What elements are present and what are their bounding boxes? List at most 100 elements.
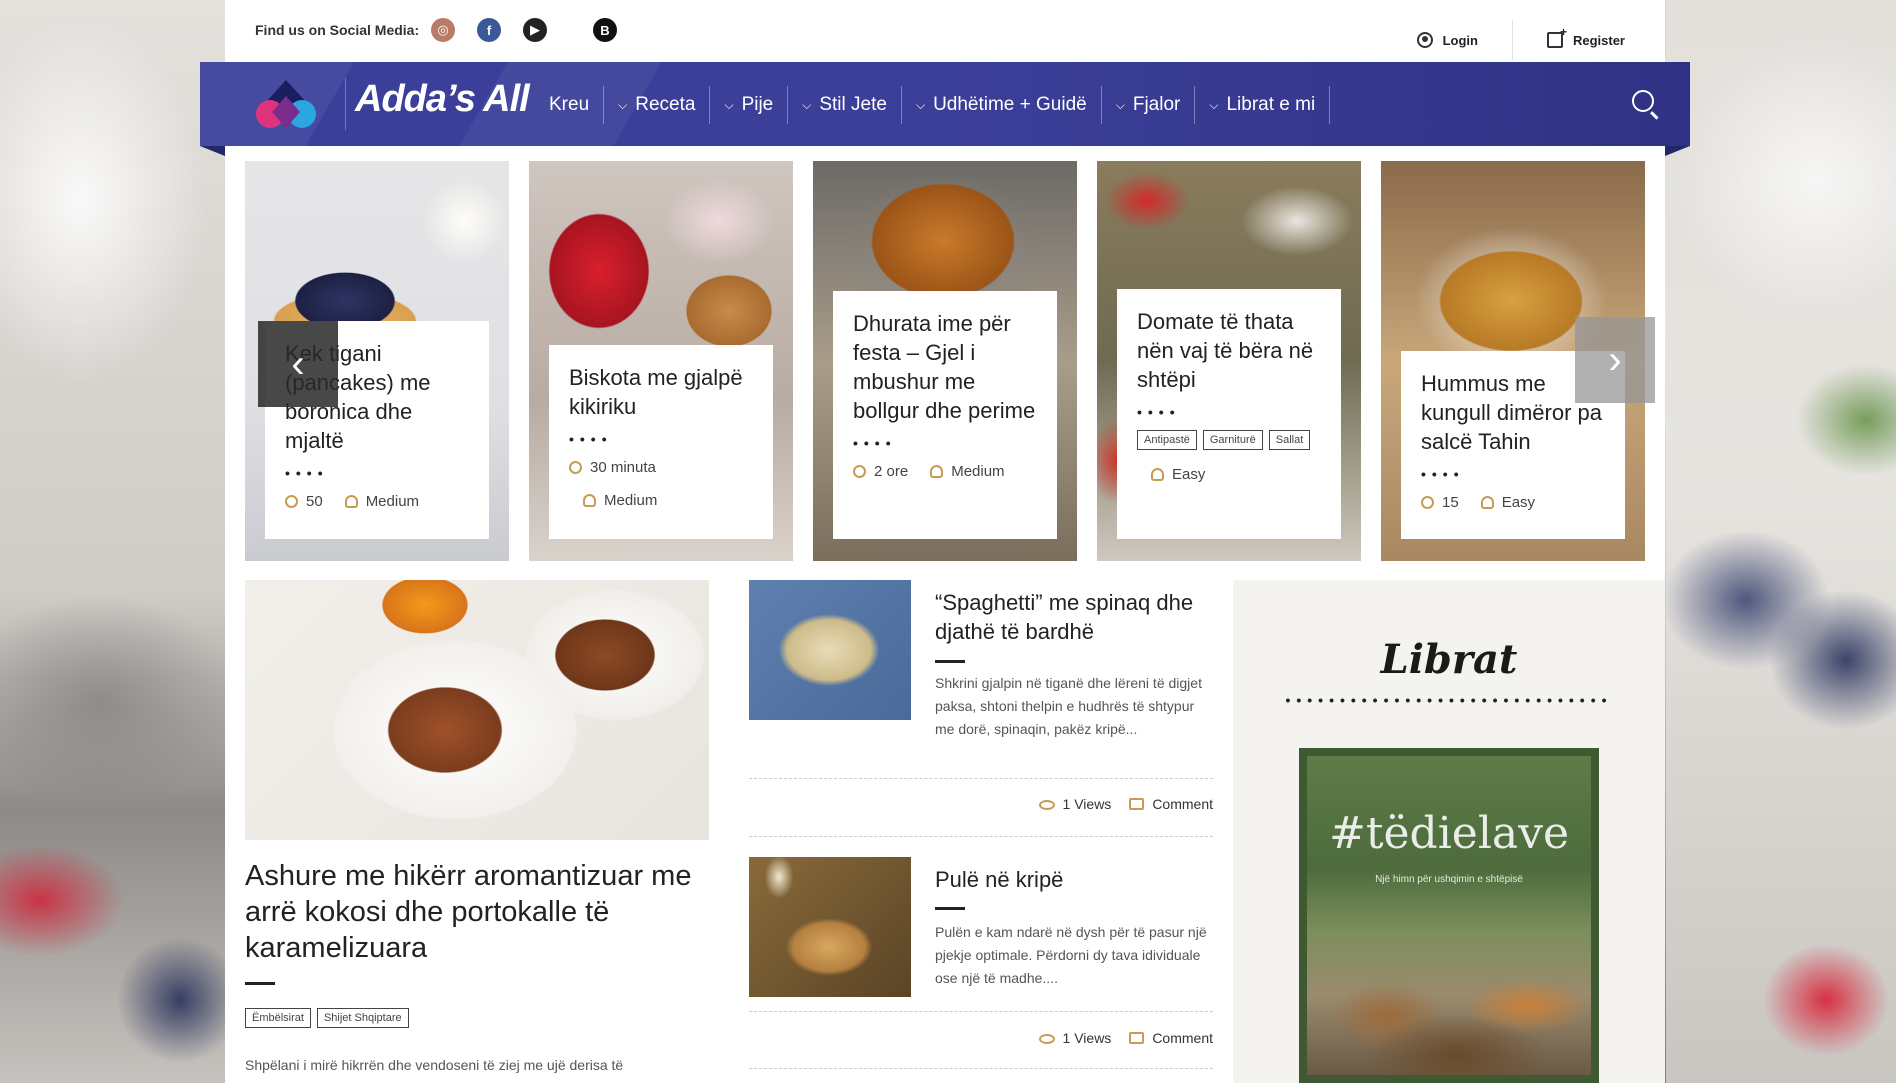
page-container: Find us on Social Media: ◎ f ▶ B Login R…: [200, 0, 1690, 1083]
card-title[interactable]: Domate të thata nën vaj të bëra në shtëp…: [1137, 307, 1321, 394]
instagram-icon[interactable]: ◎: [431, 18, 455, 42]
nav-item-label: Pije: [741, 94, 774, 115]
clock-icon: [853, 465, 866, 478]
nav-item-receta[interactable]: ⌵ Receta: [604, 86, 711, 124]
card-meta: 2 ore Medium: [853, 463, 1037, 480]
recipe-carousel: Kek tigani (pancakes) me boronica dhe mj…: [245, 161, 1655, 561]
background-right: [1666, 0, 1896, 1083]
chevron-down-icon: ⌵: [618, 97, 628, 112]
eye-icon: [1038, 800, 1055, 810]
nav-item-kreu[interactable]: Kreu: [535, 86, 605, 124]
card-time: 30 minuta: [590, 459, 656, 476]
nav-item-label: Receta: [635, 94, 696, 115]
carousel-prev-button[interactable]: ‹: [258, 321, 338, 407]
register-icon: [1546, 25, 1567, 48]
card-difficulty: Medium: [951, 463, 1005, 480]
chef-hat-icon: [1151, 468, 1164, 481]
carousel-card[interactable]: Domate të thata nën vaj të bëra në shtëp…: [1097, 161, 1361, 561]
featured-post-title[interactable]: Ashure me hikërr aromantizuar me arrë ko…: [245, 858, 725, 966]
main-navbar: Adda’s All Kreu ⌵ Receta ⌵ Pije ⌵ Stil J…: [200, 62, 1690, 156]
post-excerpt: Pulën e kam ndarë në dysh për të pasur n…: [935, 924, 1207, 986]
divider: [749, 1068, 1213, 1069]
eye-icon: [1038, 1034, 1055, 1044]
comment-label: Comment: [1152, 796, 1213, 812]
carousel-next-button[interactable]: ›: [1575, 317, 1655, 403]
card-meta: 30 minuta: [569, 459, 753, 476]
clock-icon: [285, 495, 298, 508]
register-label: Register: [1572, 32, 1625, 48]
sidebar-title: Librat: [1380, 636, 1518, 683]
nav-item-fjalor[interactable]: ⌵ Fjalor: [1102, 86, 1196, 124]
nav-item-udhetime[interactable]: ⌵ Udhëtime + Guidë: [902, 86, 1102, 124]
nav-item-librat[interactable]: ⌵ Librat e mi: [1195, 86, 1331, 124]
chevron-left-icon: ‹: [291, 341, 305, 386]
brand-name[interactable]: Adda’s All: [355, 78, 530, 121]
post-excerpt: Shkrini gjalpin në tiganë dhe lëreni të …: [935, 675, 1202, 737]
divider: [749, 1011, 1213, 1012]
tag[interactable]: Sallat: [1268, 430, 1311, 450]
card-dots: ••••: [1137, 404, 1181, 420]
sidebar-books: Librat •••••••••••••••••••••••••••••• #t…: [1233, 580, 1665, 1083]
card-time: 2 ore: [874, 463, 909, 480]
book-subtitle: Një himn për ushqimin e shtëpisë: [1375, 874, 1523, 885]
search-icon[interactable]: [1632, 90, 1654, 112]
tag[interactable]: Shijet Shqiptare: [316, 1008, 409, 1028]
post-image[interactable]: [749, 580, 911, 720]
logo-divider: [345, 78, 346, 130]
register-link[interactable]: Register: [1546, 25, 1625, 48]
sidebar-dots: ••••••••••••••••••••••••••••••: [1285, 692, 1613, 708]
youtube-icon[interactable]: ▶: [523, 18, 547, 42]
card-dots: ••••: [285, 465, 329, 481]
chevron-down-icon: ⌵: [915, 97, 926, 112]
divider: [749, 778, 1213, 779]
blogger-icon[interactable]: B: [593, 18, 617, 42]
card-difficulty: Easy: [1172, 466, 1206, 483]
book-title: #tëdielave: [1328, 808, 1570, 859]
clock-icon: [569, 461, 582, 474]
card-title[interactable]: Dhurata ime për festa – Gjel i mbushur m…: [853, 309, 1037, 425]
social-label: Find us on Social Media:: [255, 22, 420, 38]
featured-post-excerpt: Shpëlani i mirë hikrrën dhe vendoseni të…: [245, 1057, 624, 1073]
chevron-right-icon: ›: [1608, 337, 1622, 382]
comment-icon: [1129, 1032, 1145, 1044]
views-count: 1 Views: [1038, 796, 1111, 812]
card-dots: ••••: [853, 435, 897, 451]
views-count: 1 Views: [1038, 1030, 1111, 1046]
book-cover[interactable]: #tëdielave Një himn për ushqimin e shtëp…: [1299, 748, 1599, 1083]
facebook-icon[interactable]: f: [477, 18, 501, 42]
comment-link[interactable]: Comment: [1129, 796, 1213, 812]
tag[interactable]: Ëmbëlsirat: [245, 1008, 311, 1028]
card-meta: Medium: [569, 492, 753, 509]
tag[interactable]: Garniturë: [1202, 430, 1263, 450]
carousel-card[interactable]: Dhurata ime për festa – Gjel i mbushur m…: [813, 161, 1077, 561]
nav-item-pije[interactable]: ⌵ Pije: [710, 86, 789, 124]
social-icons: ◎ f ▶ B: [431, 18, 617, 42]
featured-tags: Ëmbëlsirat Shijet Shqiptare: [245, 1008, 409, 1028]
post-title[interactable]: “Spaghetti” me spinaq dhe djathë të bard…: [935, 588, 1213, 646]
post-item: Pulë në kripë Pulën e kam ndarë në dysh …: [749, 857, 1213, 1083]
comment-label: Comment: [1152, 1030, 1213, 1046]
comment-link[interactable]: Comment: [1129, 1030, 1213, 1046]
chef-hat-icon: [344, 495, 358, 508]
featured-post-image[interactable]: [245, 580, 709, 840]
card-difficulty: Easy: [1501, 494, 1536, 511]
nav-item-stil-jete[interactable]: ⌵ Stil Jete: [788, 86, 902, 124]
card-info: Domate të thata nën vaj të bëra në shtëp…: [1117, 289, 1341, 539]
post-image[interactable]: [749, 857, 911, 997]
post-title[interactable]: Pulë në kripë: [935, 865, 1213, 894]
chevron-down-icon: ⌵: [724, 97, 734, 112]
chef-hat-icon: [583, 494, 596, 507]
nav-item-label: Udhëtime + Guidë: [933, 94, 1087, 115]
login-link[interactable]: Login: [1416, 32, 1478, 48]
card-title[interactable]: Biskota me gjalpë kikiriku: [569, 363, 753, 421]
nav-item-label: Stil Jete: [819, 94, 887, 115]
post-item: “Spaghetti” me spinaq dhe djathë të bard…: [749, 580, 1213, 840]
post-meta: 1 Views Comment: [1038, 796, 1213, 812]
tag[interactable]: Antipastë: [1137, 430, 1197, 450]
background-left: [0, 0, 225, 1083]
brand-logo-icon[interactable]: [248, 76, 324, 134]
carousel-card[interactable]: Biskota me gjalpë kikiriku •••• 30 minut…: [529, 161, 793, 561]
card-meta: 15 Easy: [1421, 494, 1605, 511]
card-meta: 50 Medium: [285, 493, 469, 510]
nav-item-label: Kreu: [549, 94, 590, 115]
